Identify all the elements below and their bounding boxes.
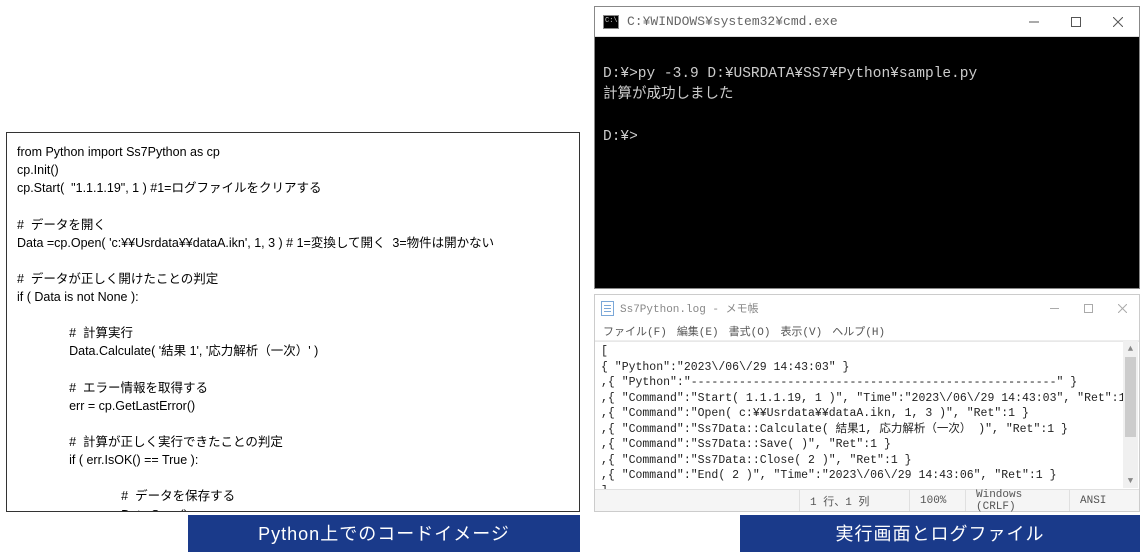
scroll-thumb[interactable] — [1125, 357, 1136, 437]
scroll-down-icon[interactable]: ▼ — [1123, 473, 1138, 488]
close-button[interactable] — [1097, 7, 1139, 36]
minimize-icon — [1050, 304, 1059, 313]
maximize-button[interactable] — [1055, 7, 1097, 36]
cmd-body[interactable]: D:¥>py -3.9 D:¥USRDATA¥SS7¥Python¥sample… — [595, 37, 1139, 288]
maximize-icon — [1084, 304, 1093, 313]
close-icon — [1113, 17, 1123, 27]
close-icon — [1118, 304, 1127, 313]
scroll-up-icon[interactable]: ▲ — [1123, 341, 1138, 356]
notepad-maximize-button[interactable] — [1071, 295, 1105, 321]
notepad-menubar: ファイル(F) 編集(E) 書式(O) 表示(V) ヘルプ(H) — [595, 321, 1139, 341]
status-eol: Windows (CRLF) — [965, 490, 1069, 511]
code-content: from Python import Ss7Python as cp cp.In… — [17, 143, 569, 512]
notepad-window: Ss7Python.log - メモ帳 ファイル(F) 編集(E) 書式(O) … — [594, 294, 1140, 512]
cmd-titlebar[interactable]: C:¥WINDOWS¥system32¥cmd.exe — [595, 7, 1139, 37]
status-pos: 1 行、1 列 — [799, 490, 909, 511]
cmd-icon — [603, 15, 619, 29]
status-enc: ANSI — [1069, 490, 1139, 511]
menu-view[interactable]: 表示(V) — [780, 323, 822, 339]
cmd-title: C:¥WINDOWS¥system32¥cmd.exe — [627, 14, 1013, 29]
notepad-body[interactable]: [ { "Python":"2023\/06\/29 14:43:03" } ,… — [595, 341, 1139, 489]
minimize-button[interactable] — [1013, 7, 1055, 36]
window-buttons — [1013, 7, 1139, 36]
status-zoom: 100% — [909, 490, 965, 511]
notepad-scrollbar[interactable]: ▲ ▼ — [1123, 341, 1138, 488]
cmd-window: C:¥WINDOWS¥system32¥cmd.exe D:¥>py -3.9 … — [594, 6, 1140, 289]
notepad-close-button[interactable] — [1105, 295, 1139, 321]
caption-right: 実行画面とログファイル — [740, 515, 1140, 552]
notepad-window-buttons — [1037, 295, 1139, 321]
menu-edit[interactable]: 編集(E) — [677, 323, 719, 339]
minimize-icon — [1029, 17, 1039, 27]
notepad-icon — [601, 301, 614, 316]
notepad-titlebar[interactable]: Ss7Python.log - メモ帳 — [595, 295, 1139, 321]
maximize-icon — [1071, 17, 1081, 27]
menu-format[interactable]: 書式(O) — [729, 323, 771, 339]
notepad-statusbar: 1 行、1 列 100% Windows (CRLF) ANSI — [595, 489, 1139, 511]
code-panel: from Python import Ss7Python as cp cp.In… — [6, 132, 580, 512]
notepad-title: Ss7Python.log - メモ帳 — [620, 300, 1037, 316]
caption-left: Python上でのコードイメージ — [188, 515, 580, 552]
notepad-minimize-button[interactable] — [1037, 295, 1071, 321]
status-spacer — [595, 490, 799, 511]
menu-file[interactable]: ファイル(F) — [603, 323, 667, 339]
menu-help[interactable]: ヘルプ(H) — [832, 323, 885, 339]
